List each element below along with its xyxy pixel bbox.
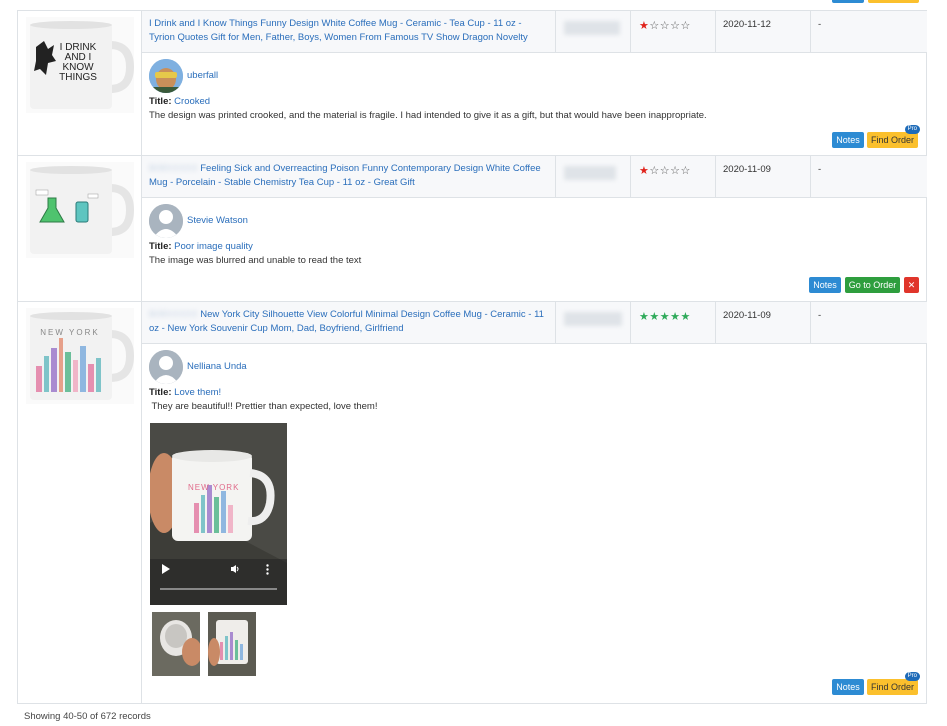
avatar bbox=[149, 59, 183, 93]
find-order-button[interactable]: Find Order Pro bbox=[867, 672, 920, 695]
notes-button[interactable]: Notes bbox=[809, 277, 841, 293]
reviews-table: I DRINK AND I KNOW THINGS I Drink and I … bbox=[17, 0, 927, 726]
asin-redacted bbox=[564, 21, 620, 35]
review-title[interactable]: Love them! bbox=[174, 387, 221, 398]
product-info-row: B08XXXXX Feeling Sick and Overreacting P… bbox=[142, 156, 927, 198]
asin-cell bbox=[556, 11, 631, 52]
asin-cell bbox=[556, 302, 631, 343]
title-label: Title: bbox=[149, 96, 172, 107]
product-info-row: I Drink and I Know Things Funny Design W… bbox=[142, 11, 927, 53]
notes-button[interactable]: Notes bbox=[832, 679, 864, 695]
product-image[interactable] bbox=[26, 162, 135, 258]
extra-cell: - bbox=[811, 302, 927, 343]
review-row: B08XXXXX Feeling Sick and Overreacting P… bbox=[17, 156, 927, 302]
review-body: uberfall Title: Crooked The design was p… bbox=[142, 53, 927, 155]
product-title-link[interactable]: I Drink and I Know Things Funny Design W… bbox=[149, 17, 544, 45]
review-title-line: Title: Love them! bbox=[149, 387, 221, 398]
review-video[interactable]: NEW YORK bbox=[150, 423, 287, 605]
product-image-cell bbox=[17, 156, 142, 301]
avatar bbox=[149, 350, 183, 384]
reviewer-name[interactable]: Nelliana Unda bbox=[187, 361, 247, 372]
video-mug-text: NEW YORK bbox=[188, 483, 240, 492]
review-title-line: Title: Poor image quality bbox=[149, 241, 253, 252]
table-footer: Showing 40-50 of 672 records bbox=[17, 703, 927, 726]
star-rating: ★★★★★ bbox=[639, 311, 691, 323]
product-image[interactable]: I DRINK AND I KNOW THINGS bbox=[26, 17, 135, 113]
date-cell: 2020-11-09 bbox=[716, 156, 811, 197]
asin-redacted bbox=[564, 166, 616, 180]
review-body: Stevie Watson Title: Poor image quality … bbox=[142, 198, 927, 301]
review-title[interactable]: Crooked bbox=[174, 96, 210, 107]
star-rating: ★☆☆☆☆ bbox=[639, 20, 691, 32]
records-count: Showing 40-50 of 672 records bbox=[24, 711, 151, 722]
title-label: Title: bbox=[149, 387, 172, 398]
asin-cell bbox=[556, 156, 631, 197]
product-image-cell: I DRINK AND I KNOW THINGS bbox=[17, 11, 142, 155]
review-photo-thumbnail[interactable] bbox=[152, 612, 200, 676]
product-image-cell: NEW YORK bbox=[17, 302, 142, 703]
extra-value: - bbox=[818, 164, 822, 175]
extra-value: - bbox=[818, 19, 822, 30]
notes-button[interactable]: Notes bbox=[832, 132, 864, 148]
product-title[interactable]: Feeling Sick and Overreacting Poison Fun… bbox=[149, 163, 541, 188]
review-date: 2020-11-09 bbox=[723, 164, 771, 175]
review-row: I DRINK AND I KNOW THINGS I Drink and I … bbox=[17, 11, 927, 156]
notes-button-prev[interactable] bbox=[832, 0, 864, 3]
remove-button[interactable]: ✕ bbox=[904, 277, 919, 293]
rating-cell: ★☆☆☆☆ bbox=[631, 11, 716, 52]
rating-cell: ★★★★★ bbox=[631, 302, 716, 343]
product-title-link[interactable]: B08XXXXX New York City Silhouette View C… bbox=[149, 308, 544, 336]
product-title[interactable]: New York City Silhouette View Colorful M… bbox=[149, 309, 544, 334]
date-cell: 2020-11-12 bbox=[716, 11, 811, 52]
rating-cell: ★☆☆☆☆ bbox=[631, 156, 716, 197]
find-order-label: Find Order bbox=[870, 135, 914, 145]
product-title-cell: B08XXXXX New York City Silhouette View C… bbox=[142, 302, 556, 343]
product-info-row: B08XXXXX New York City Silhouette View C… bbox=[142, 302, 927, 344]
find-order-button-prev[interactable] bbox=[868, 0, 919, 3]
avatar bbox=[149, 204, 183, 238]
asin-redacted: B08XXXXX bbox=[149, 163, 198, 174]
review-date: 2020-11-09 bbox=[723, 310, 771, 321]
reviewer-name[interactable]: Stevie Watson bbox=[187, 215, 248, 226]
mug-print-text: I DRINK AND I KNOW THINGS bbox=[59, 42, 97, 83]
extra-cell: - bbox=[811, 11, 927, 52]
date-cell: 2020-11-09 bbox=[716, 302, 811, 343]
star-rating: ★☆☆☆☆ bbox=[639, 165, 691, 177]
product-title-cell: B08XXXXX Feeling Sick and Overreacting P… bbox=[142, 156, 556, 197]
product-title-link[interactable]: B08XXXXX Feeling Sick and Overreacting P… bbox=[149, 162, 544, 190]
more-vertical-icon[interactable] bbox=[266, 564, 269, 575]
extra-value: - bbox=[818, 310, 822, 321]
previous-row-edge bbox=[17, 0, 927, 11]
find-order-label: Find Order bbox=[870, 682, 914, 692]
mug-print-text: NEW YORK bbox=[40, 328, 100, 337]
reviewer-name[interactable]: uberfall bbox=[187, 70, 218, 81]
review-date: 2020-11-12 bbox=[723, 19, 771, 30]
pro-badge: Pro bbox=[904, 125, 920, 134]
play-icon[interactable] bbox=[162, 564, 170, 574]
review-text: They are beautiful!! Prettier than expec… bbox=[149, 401, 378, 412]
find-order-button[interactable]: Find Order Pro bbox=[867, 125, 920, 148]
title-label: Title: bbox=[149, 241, 172, 252]
extra-cell: - bbox=[811, 156, 927, 197]
product-image[interactable]: NEW YORK bbox=[26, 308, 135, 404]
review-title[interactable]: Poor image quality bbox=[174, 241, 253, 252]
asin-redacted: B08XXXXX bbox=[149, 309, 198, 320]
go-to-order-button[interactable]: Go to Order bbox=[845, 277, 900, 293]
product-title-cell: I Drink and I Know Things Funny Design W… bbox=[142, 11, 556, 52]
review-text: The design was printed crooked, and the … bbox=[149, 110, 707, 121]
volume-icon[interactable] bbox=[230, 564, 240, 574]
review-text: The image was blurred and unable to read… bbox=[149, 255, 362, 266]
asin-redacted bbox=[564, 312, 622, 326]
review-photo-thumbnail[interactable] bbox=[208, 612, 256, 676]
review-title-line: Title: Crooked bbox=[149, 96, 210, 107]
pro-badge: Pro bbox=[904, 672, 920, 681]
